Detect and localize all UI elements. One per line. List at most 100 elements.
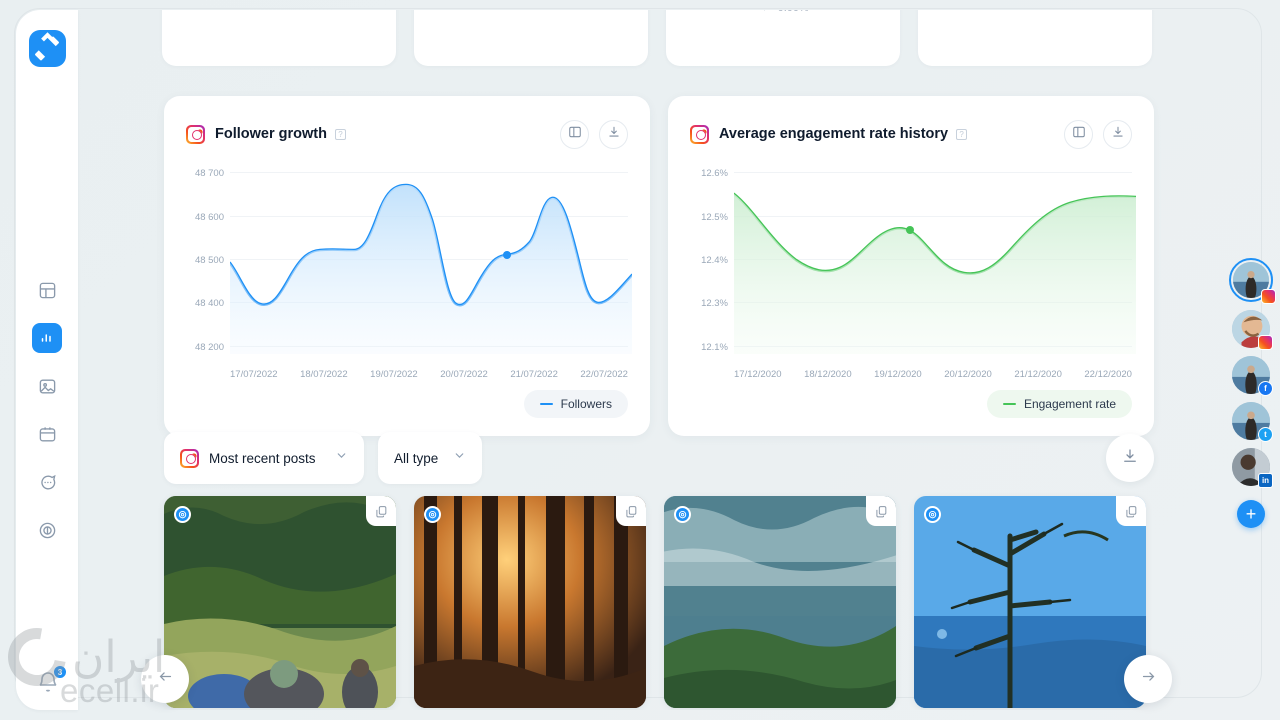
x-tick: 21/07/2022 — [510, 369, 558, 380]
stat-card[interactable] — [414, 10, 648, 66]
post-image — [914, 496, 1146, 708]
add-account-button[interactable]: + — [1237, 500, 1265, 528]
legend-label: Followers — [560, 397, 612, 411]
grid-area — [230, 168, 632, 354]
sort-select[interactable]: Most recent posts — [164, 432, 364, 484]
carousel-next-button[interactable] — [1124, 655, 1172, 703]
grid-layout-icon — [38, 281, 57, 300]
table-view-button[interactable] — [560, 119, 589, 149]
stat-card[interactable] — [162, 10, 396, 66]
sort-select-label: Most recent posts — [209, 450, 316, 466]
posts-filter-row: Most recent posts All type — [164, 432, 1154, 484]
post-card[interactable]: ◎ — [414, 496, 646, 708]
stat-card[interactable] — [918, 10, 1152, 66]
download-icon — [1111, 125, 1125, 144]
card-title: Follower growth — [215, 126, 327, 142]
charts-row: Follower growth ? 48 700 48 600 48 500 4… — [164, 96, 1154, 436]
instagram-icon — [180, 448, 199, 468]
y-tick: 48 200 — [194, 342, 224, 353]
brand-logo[interactable] — [28, 30, 66, 67]
follower-growth-card: Follower growth ? 48 700 48 600 48 500 4… — [164, 96, 650, 436]
bar-chart-icon — [38, 329, 56, 347]
account-avatar-instagram-2[interactable] — [1232, 310, 1273, 350]
card-header: Follower growth ? — [186, 116, 628, 152]
type-select[interactable]: All type — [378, 432, 482, 484]
sidebar-item-analytics[interactable] — [32, 323, 62, 353]
post-card[interactable]: ◎ — [164, 496, 396, 708]
x-tick: 22/07/2022 — [580, 369, 628, 380]
stat-delta: → =0.00% — [666, 10, 900, 14]
legend-item-engagement-rate[interactable]: Engagement rate — [986, 390, 1132, 418]
copy-icon[interactable] — [866, 496, 896, 526]
accounts-rail: f t in + — [1228, 258, 1276, 528]
instagram-icon — [1258, 335, 1273, 350]
data-point-marker — [906, 226, 914, 234]
carousel-prev-button[interactable] — [141, 655, 189, 703]
posts-download-button[interactable] — [1106, 434, 1154, 482]
post-card[interactable]: ◎ — [914, 496, 1146, 708]
sidebar-item-media[interactable] — [32, 371, 62, 401]
stat-cards-strip: → =0.00% — [162, 10, 1152, 66]
post-image — [664, 496, 896, 708]
instagram-icon — [1261, 289, 1276, 304]
x-tick: 19/12/2020 — [874, 369, 922, 380]
engagement-series — [734, 192, 1136, 354]
copy-icon[interactable] — [616, 496, 646, 526]
notifications-bell[interactable]: 3 — [36, 665, 67, 698]
notification-count-badge: 3 — [53, 665, 67, 679]
bell-icon — [36, 672, 60, 698]
card-icon — [38, 425, 57, 444]
x-tick: 22/12/2020 — [1084, 369, 1132, 380]
account-avatar-linkedin[interactable]: in — [1232, 448, 1273, 488]
account-avatar-instagram-1[interactable] — [1229, 258, 1276, 304]
facebook-icon: f — [1258, 381, 1273, 396]
help-icon[interactable]: ? — [956, 128, 968, 140]
instagram-icon — [690, 124, 709, 144]
y-tick: 12.3% — [701, 298, 728, 309]
download-button[interactable] — [599, 119, 628, 149]
copy-icon[interactable] — [1116, 496, 1146, 526]
sidebar-item-messages[interactable] — [32, 467, 62, 497]
x-tick: 17/12/2020 — [734, 369, 782, 380]
post-image — [164, 496, 396, 708]
card-actions — [1064, 119, 1132, 149]
y-tick: 48 400 — [194, 298, 224, 309]
card-title: Average engagement rate history — [719, 126, 949, 142]
layout-panel-icon — [568, 125, 582, 144]
table-view-button[interactable] — [1064, 119, 1093, 149]
sidebar-item-wallet[interactable] — [32, 419, 62, 449]
sidebar-item-dashboard[interactable] — [32, 275, 62, 305]
account-avatar-facebook[interactable]: f — [1232, 356, 1273, 396]
copy-icon[interactable] — [366, 496, 396, 526]
download-button[interactable] — [1103, 119, 1132, 149]
arrow-right-icon — [1140, 668, 1157, 690]
x-tick: 20/07/2022 — [440, 369, 488, 380]
sidebar-item-targets[interactable] — [32, 515, 62, 545]
chat-bubble-icon — [38, 473, 57, 492]
post-card[interactable]: ◎ — [664, 496, 896, 708]
y-tick: 12.6% — [701, 168, 728, 179]
engagement-rate-plot: 12.6% 12.5% 12.4% 12.3% 12.1% 17/12/2020… — [690, 168, 1136, 380]
left-sidebar: 3 — [16, 10, 78, 710]
legend-item-followers[interactable]: Followers — [523, 390, 628, 418]
account-avatar-twitter[interactable]: t — [1232, 402, 1273, 442]
x-tick: 17/07/2022 — [230, 369, 278, 380]
stat-card[interactable]: → =0.00% — [666, 10, 900, 66]
engagement-rate-card: Average engagement rate history ? 12.6% … — [668, 96, 1154, 436]
post-image — [414, 496, 646, 708]
x-tick: 21/12/2020 — [1014, 369, 1062, 380]
help-icon[interactable]: ? — [334, 128, 346, 140]
instagram-post-icon: ◎ — [924, 506, 941, 523]
y-axis-labels: 12.6% 12.5% 12.4% 12.3% 12.1% — [690, 168, 728, 354]
arrow-left-icon — [157, 668, 174, 690]
x-tick: 18/12/2020 — [804, 369, 852, 380]
type-select-label: All type — [394, 450, 439, 466]
legend: Engagement rate — [690, 390, 1132, 418]
legend-color-swatch — [539, 402, 553, 406]
card-header: Average engagement rate history ? — [690, 116, 1132, 152]
download-icon — [1121, 447, 1139, 470]
y-tick: 48 600 — [194, 212, 224, 223]
instagram-icon — [186, 124, 205, 144]
chevron-down-icon — [453, 449, 466, 467]
posts-row: ◎ ◎ ◎ ◎ — [164, 496, 1174, 710]
